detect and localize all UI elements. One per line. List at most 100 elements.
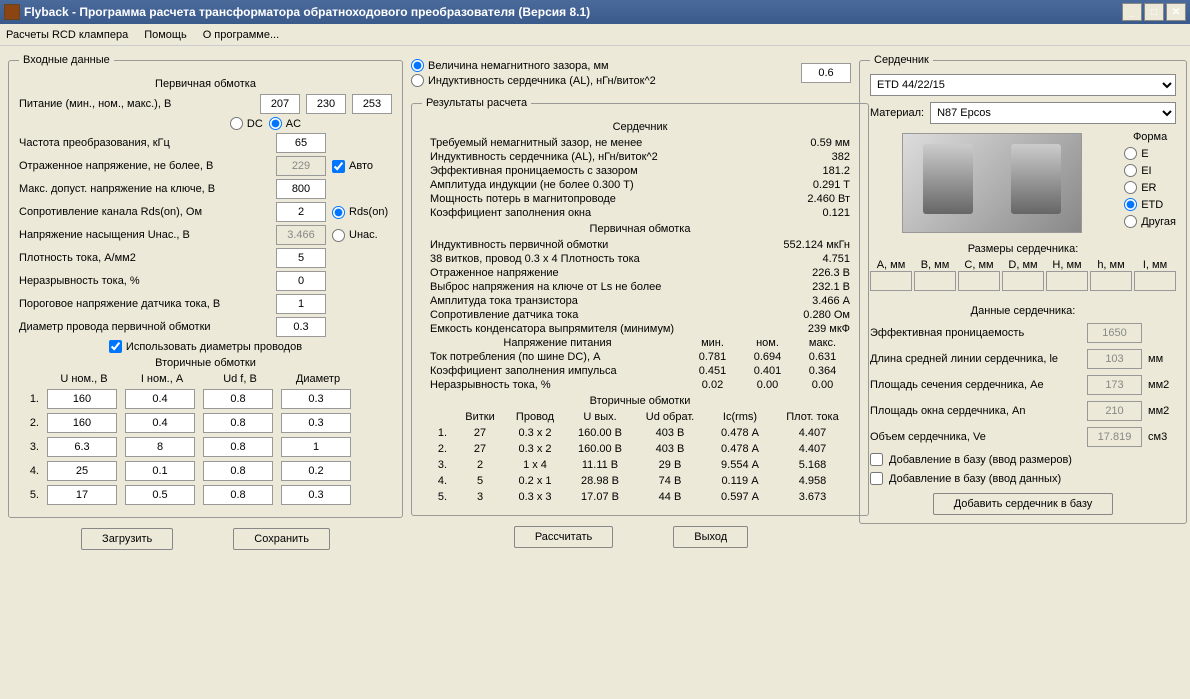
core-data-input <box>1087 323 1142 343</box>
core-data-input <box>1087 427 1142 447</box>
supply-label: Питание (мин., ном., макс.), В <box>19 98 254 110</box>
core-group: Сердечник ETD 44/22/15 Материал: N87 Epc… <box>859 54 1187 524</box>
res-sec-title: Вторичные обмотки <box>422 395 858 407</box>
core-type-select[interactable]: ETD 44/22/15 <box>870 74 1176 96</box>
load-button[interactable]: Загрузить <box>81 528 173 550</box>
minimize-button[interactable]: _ <box>1122 3 1142 21</box>
add-data-checkbox[interactable] <box>870 472 883 485</box>
results-legend: Результаты расчета <box>422 97 531 109</box>
result-line: Амплитуда тока транзистора3.466 А <box>422 295 858 307</box>
core-data-row: Площадь сечения сердечника, Aeмм2 <box>870 375 1176 395</box>
sec-u-input[interactable] <box>47 485 117 505</box>
disc-input[interactable] <box>276 271 326 291</box>
unas-label: Напряжение насыщения Uнас., В <box>19 229 270 241</box>
unas-radio[interactable] <box>332 229 345 242</box>
sec-i-input[interactable] <box>125 461 195 481</box>
sec-i-input[interactable] <box>125 389 195 409</box>
dc-radio[interactable] <box>230 117 243 130</box>
form-radio-ETD[interactable] <box>1124 198 1137 211</box>
unas-input <box>276 225 326 245</box>
sec-res-header: Витки Провод U вых. Ud обрат. Ic(rms) Пл… <box>422 411 858 423</box>
dwire-input[interactable] <box>276 317 326 337</box>
al-radio[interactable] <box>411 74 424 87</box>
dim-input <box>1090 271 1132 291</box>
core-data-row: Эффективная проницаемость <box>870 323 1176 343</box>
window-title: Flyback - Программа расчета трансформато… <box>24 5 1122 19</box>
result-3col-line: Коэффициент заполнения импульса0.4510.40… <box>422 365 858 377</box>
auto-checkbox[interactable] <box>332 160 345 173</box>
menu-about[interactable]: О программе... <box>203 29 279 41</box>
core-data-input <box>1087 401 1142 421</box>
titlebar: Flyback - Программа расчета трансформато… <box>0 0 1190 24</box>
freq-input[interactable] <box>276 133 326 153</box>
dim-title: Размеры сердечника: <box>870 243 1176 255</box>
disc-label: Неразрывность тока, % <box>19 275 270 287</box>
form-radio-E[interactable] <box>1124 147 1137 160</box>
sec-i-input[interactable] <box>125 413 195 433</box>
sec-result-row: 4.50.2 x 128.98 В74 В0.119 А4.958 <box>422 475 858 487</box>
sec-u-input[interactable] <box>47 437 117 457</box>
form-radio-EI[interactable] <box>1124 164 1137 177</box>
ac-radio[interactable] <box>269 117 282 130</box>
sec-uf-input[interactable] <box>203 389 273 409</box>
close-button[interactable]: ✕ <box>1166 3 1186 21</box>
calculate-button[interactable]: Рассчитать <box>514 526 613 548</box>
sec-uf-input[interactable] <box>203 485 273 505</box>
j-input[interactable] <box>276 248 326 268</box>
refl-input <box>276 156 326 176</box>
core-material-select[interactable]: N87 Epcos <box>930 102 1176 124</box>
result-line: Индуктивность первичной обмотки552.124 м… <box>422 239 858 251</box>
result-3col-line: Неразрывность тока, %0.020.000.00 <box>422 379 858 391</box>
sec-result-row: 2.270.3 x 2160.00 В403 В0.478 А4.407 <box>422 443 858 455</box>
refl-label: Отраженное напряжение, не более, В <box>19 160 270 172</box>
rds-radio[interactable] <box>332 206 345 219</box>
sec-uf-input[interactable] <box>203 461 273 481</box>
gap-radio[interactable] <box>411 59 424 72</box>
add-core-button[interactable]: Добавить сердечник в базу <box>933 493 1114 515</box>
sec-d-input[interactable] <box>281 461 351 481</box>
supply-nom-input[interactable] <box>306 94 346 114</box>
sec-u-input[interactable] <box>47 413 117 433</box>
form-radio-ER[interactable] <box>1124 181 1137 194</box>
input-legend: Входные данные <box>19 54 114 66</box>
sec-i-input[interactable] <box>125 437 195 457</box>
app-icon <box>4 4 20 20</box>
sec-result-row: 5.30.3 x 317.07 В44 В0.597 А3.673 <box>422 491 858 503</box>
maxv-input[interactable] <box>276 179 326 199</box>
menubar: Расчеты RCD клампера Помощь О программе.… <box>0 24 1190 46</box>
secondary-row: 5. <box>19 485 392 505</box>
sec-u-input[interactable] <box>47 389 117 409</box>
input-data-group: Входные данные Первичная обмотка Питание… <box>8 54 403 518</box>
sec-d-input[interactable] <box>281 485 351 505</box>
maximize-button[interactable]: □ <box>1144 3 1164 21</box>
sec-u-input[interactable] <box>47 461 117 481</box>
result-line: Амплитуда индукции (не более 0.300 T)0.2… <box>422 179 858 191</box>
sec-result-row: 3.21 x 411.11 В29 В9.554 А5.168 <box>422 459 858 471</box>
sec-uf-input[interactable] <box>203 413 273 433</box>
result-line: 38 витков, провод 0.3 x 4 Плотность тока… <box>422 253 858 265</box>
result-line: Отраженное напряжение226.3 В <box>422 267 858 279</box>
thresh-input[interactable] <box>276 294 326 314</box>
res-prim-title: Первичная обмотка <box>422 223 858 235</box>
thresh-label: Пороговое напряжение датчика тока, В <box>19 298 270 310</box>
save-button[interactable]: Сохранить <box>233 528 330 550</box>
sec-i-input[interactable] <box>125 485 195 505</box>
use-diameters-checkbox[interactable] <box>109 340 122 353</box>
sec-d-input[interactable] <box>281 413 351 433</box>
rds-input[interactable] <box>276 202 326 222</box>
gap-input[interactable] <box>801 63 851 83</box>
menu-rcd[interactable]: Расчеты RCD клампера <box>6 29 128 41</box>
supply-max-input[interactable] <box>352 94 392 114</box>
secondary-row: 3. <box>19 437 392 457</box>
sec-d-input[interactable] <box>281 389 351 409</box>
sec-d-input[interactable] <box>281 437 351 457</box>
exit-button[interactable]: Выход <box>673 526 748 548</box>
supply-min-input[interactable] <box>260 94 300 114</box>
form-radio-Другая[interactable] <box>1124 215 1137 228</box>
result-line: Сопротивление датчика тока0.280 Ом <box>422 309 858 321</box>
core-data-input <box>1087 375 1142 395</box>
add-dims-checkbox[interactable] <box>870 453 883 466</box>
sec-uf-input[interactable] <box>203 437 273 457</box>
result-3col-line: Ток потребления (по шине DC), А0.7810.69… <box>422 351 858 363</box>
menu-help[interactable]: Помощь <box>144 29 187 41</box>
